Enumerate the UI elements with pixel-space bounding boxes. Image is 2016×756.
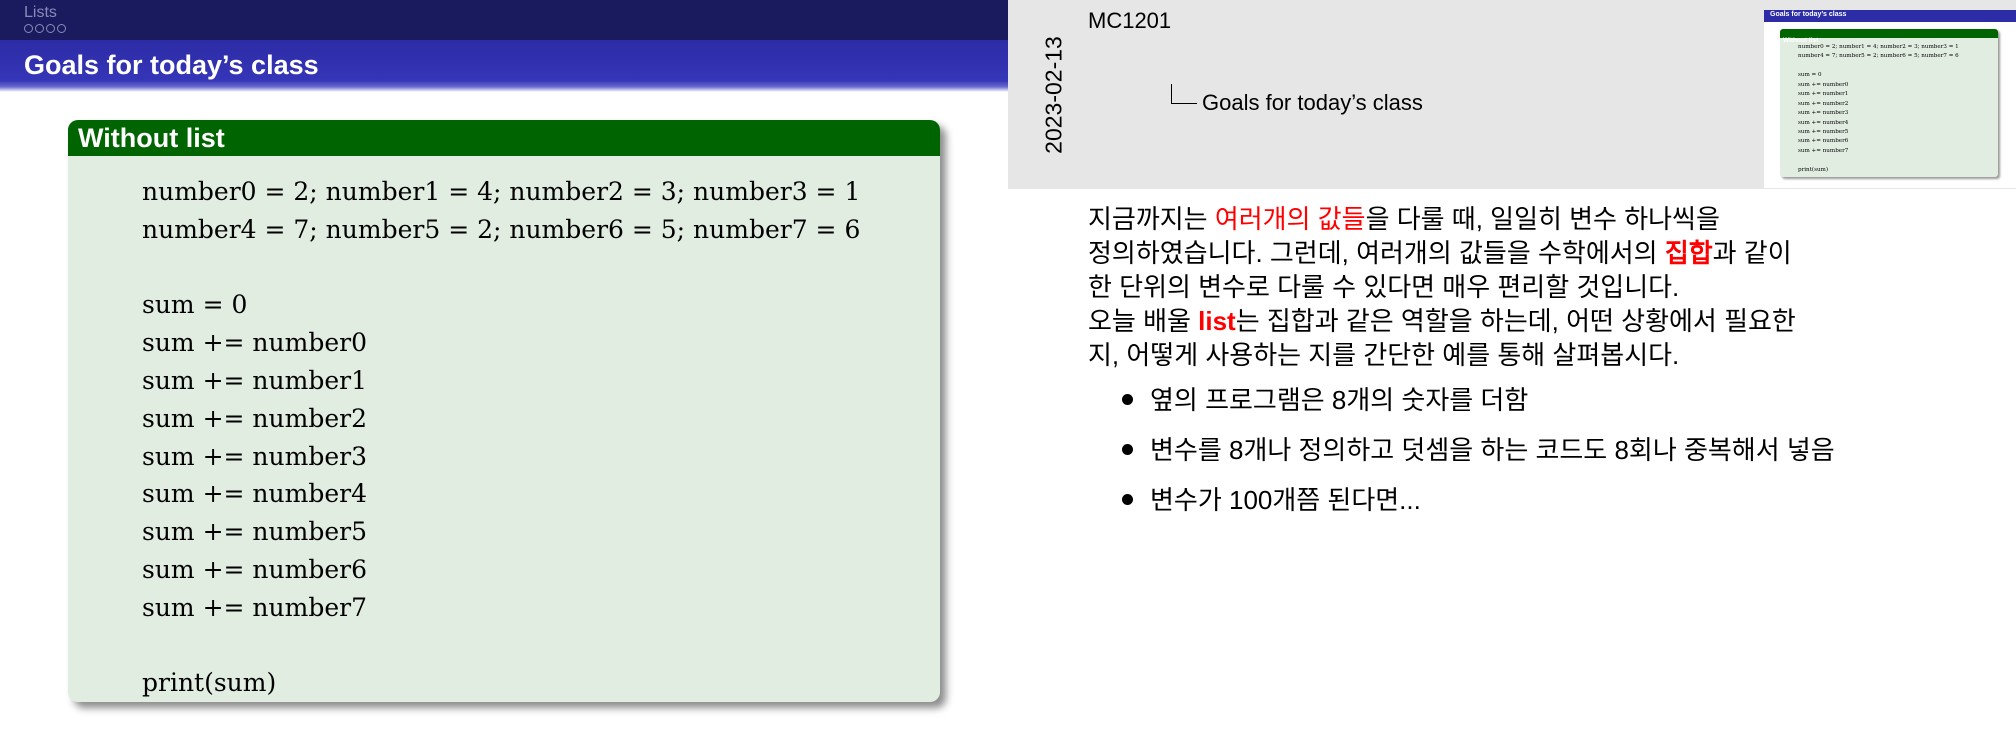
section-title: Lists bbox=[24, 4, 57, 21]
code-line: sum += number7 bbox=[142, 592, 367, 622]
nav-dot-2[interactable] bbox=[35, 24, 44, 33]
text: 을 다룰 때, 일일히 변수 하나씩을 bbox=[1365, 204, 1720, 234]
thumbnail-code-line: sum += number2 bbox=[1798, 100, 1849, 107]
code-line: print(sum) bbox=[142, 668, 277, 698]
nav-dot-3[interactable] bbox=[46, 24, 55, 33]
code-line: sum += number5 bbox=[142, 517, 367, 547]
bullet-list: 옆의 프로그램은 8개의 숫자를 더함 변수를 8개나 정의하고 덧셈을 하는 … bbox=[1120, 383, 1835, 533]
paragraph-line-5: 지, 어떻게 사용하는 지를 간단한 예를 통해 살펴봅시다. bbox=[1088, 340, 1680, 370]
thumbnail-code-line: sum = 0 bbox=[1798, 72, 1822, 79]
bullet-item: 옆의 프로그램은 8개의 숫자를 더함 bbox=[1120, 383, 1835, 433]
bullet-item: 변수를 8개나 정의하고 덧셈을 하는 코드도 8회나 중복해서 넣음 bbox=[1120, 433, 1835, 483]
text: 정의하였습니다. 그런데, 여러개의 값들을 수학에서의 bbox=[1088, 238, 1665, 268]
thumbnail-code-line bbox=[1798, 62, 1959, 71]
code-line: sum += number2 bbox=[142, 403, 367, 433]
text: 과 같이 bbox=[1712, 238, 1792, 268]
slide-thumbnail[interactable]: Goals for today’s class Without list num… bbox=[1764, 10, 2016, 188]
text: 오늘 배울 bbox=[1088, 306, 1199, 336]
notes-page: 2023-02-13 MC1201 Goals for today’s clas… bbox=[1008, 0, 2016, 756]
thumbnail-code-line: sum += number6 bbox=[1798, 138, 1849, 145]
thumbnail-code-line: number4 = 7; number5 = 2; number6 = 5; n… bbox=[1798, 53, 1959, 60]
course-code: MC1201 bbox=[1088, 8, 1172, 33]
slide-header: Lists bbox=[0, 0, 1008, 40]
code-line: sum += number4 bbox=[142, 479, 367, 509]
code-line: number4 = 7; number5 = 2; number6 = 5; n… bbox=[142, 214, 861, 244]
thumbnail-code-line: number0 = 2; number1 = 4; number2 = 3; n… bbox=[1798, 44, 1959, 50]
code-block-title-bar: Without list bbox=[68, 120, 940, 156]
thumbnail-code-line: sum += number4 bbox=[1798, 119, 1849, 126]
navigation-dots bbox=[24, 24, 66, 33]
bullet-text: 변수가 100개쯤 된다면... bbox=[1150, 485, 1421, 515]
code-block: Without list number0 = 2; number1 = 4; n… bbox=[68, 120, 940, 702]
highlight-bold-text: 집합 bbox=[1664, 238, 1713, 268]
thumbnail-block-title-bar: Without list bbox=[1780, 29, 1998, 44]
notes-paragraph: 지금까지는 여러개의 값들을 다룰 때, 일일히 변수 하나씩을 정의하였습니다… bbox=[1088, 202, 1988, 372]
date-label: 2023-02-13 bbox=[1040, 36, 1067, 154]
bullet-text: 옆의 프로그램은 8개의 숫자를 더함 bbox=[1150, 385, 1529, 415]
code-line: sum = 0 bbox=[142, 290, 248, 320]
code-line: sum += number3 bbox=[142, 441, 367, 471]
text: 지금까지는 bbox=[1088, 204, 1215, 234]
frame-title-reference: Goals for today’s class bbox=[1202, 90, 1423, 115]
paragraph-line-4: 오늘 배울 list는 집합과 같은 역할을 하는데, 어떤 상황에서 필요한 bbox=[1088, 304, 1988, 338]
highlight-text: 여러개의 값들 bbox=[1214, 204, 1366, 234]
text: 는 집합과 같은 역할을 하는데, 어떤 상황에서 필요한 bbox=[1235, 306, 1796, 336]
paragraph-line-3: 한 단위의 변수로 다룰 수 있다면 매우 편리할 것입니다. bbox=[1088, 272, 1680, 302]
thumbnail-code-line: sum += number3 bbox=[1798, 110, 1849, 117]
code-line: sum += number0 bbox=[142, 328, 367, 358]
thumbnail-code-block: Without list number0 = 2; number1 = 4; n… bbox=[1780, 29, 1998, 177]
frame-title: Goals for today’s class bbox=[24, 50, 319, 80]
highlight-bold-text: list bbox=[1198, 306, 1236, 336]
thumbnail-code-line bbox=[1798, 156, 1959, 165]
thumbnail-code-listing: number0 = 2; number1 = 4; number2 = 3; n… bbox=[1798, 43, 1959, 175]
nav-dot-1[interactable] bbox=[24, 24, 33, 33]
thumbnail-code-line: sum += number7 bbox=[1798, 147, 1849, 154]
slide: Lists Goals for today’s class Without li… bbox=[0, 0, 1008, 756]
thumbnail-code-line: sum += number1 bbox=[1798, 91, 1849, 98]
frame-title-bar: Goals for today’s class bbox=[0, 40, 1008, 92]
code-line: sum += number6 bbox=[142, 554, 367, 584]
bullet-dot-icon bbox=[1122, 444, 1133, 455]
bullet-item: 변수가 100개쯤 된다면... bbox=[1120, 483, 1835, 533]
bullet-dot-icon bbox=[1122, 394, 1133, 405]
thumbnail-header: Goals for today’s class bbox=[1764, 10, 2016, 22]
bullet-dot-icon bbox=[1122, 494, 1133, 505]
thumbnail-code-line: sum += number5 bbox=[1798, 128, 1849, 135]
code-line: number0 = 2; number1 = 4; number2 = 3; n… bbox=[142, 177, 861, 206]
code-block-title: Without list bbox=[78, 123, 225, 153]
thumbnail-title: Goals for today’s class bbox=[1770, 11, 1847, 18]
nav-dot-4[interactable] bbox=[57, 24, 66, 33]
tree-connector bbox=[1171, 84, 1197, 104]
code-listing: number0 = 2; number1 = 4; number2 = 3; n… bbox=[142, 173, 860, 702]
bullet-text: 변수를 8개나 정의하고 덧셈을 하는 코드도 8회나 중복해서 넣음 bbox=[1150, 435, 1835, 465]
paragraph-line-2: 정의하였습니다. 그런데, 여러개의 값들을 수학에서의 집합과 같이 bbox=[1088, 236, 1988, 270]
notes-header: 2023-02-13 MC1201 Goals for today’s clas… bbox=[1008, 0, 2016, 189]
paragraph-line-1: 지금까지는 여러개의 값들을 다룰 때, 일일히 변수 하나씩을 bbox=[1088, 202, 1988, 236]
thumbnail-code-line: sum += number0 bbox=[1798, 81, 1849, 88]
thumbnail-code-line: print(sum) bbox=[1798, 166, 1829, 173]
code-line: sum += number1 bbox=[142, 365, 367, 395]
